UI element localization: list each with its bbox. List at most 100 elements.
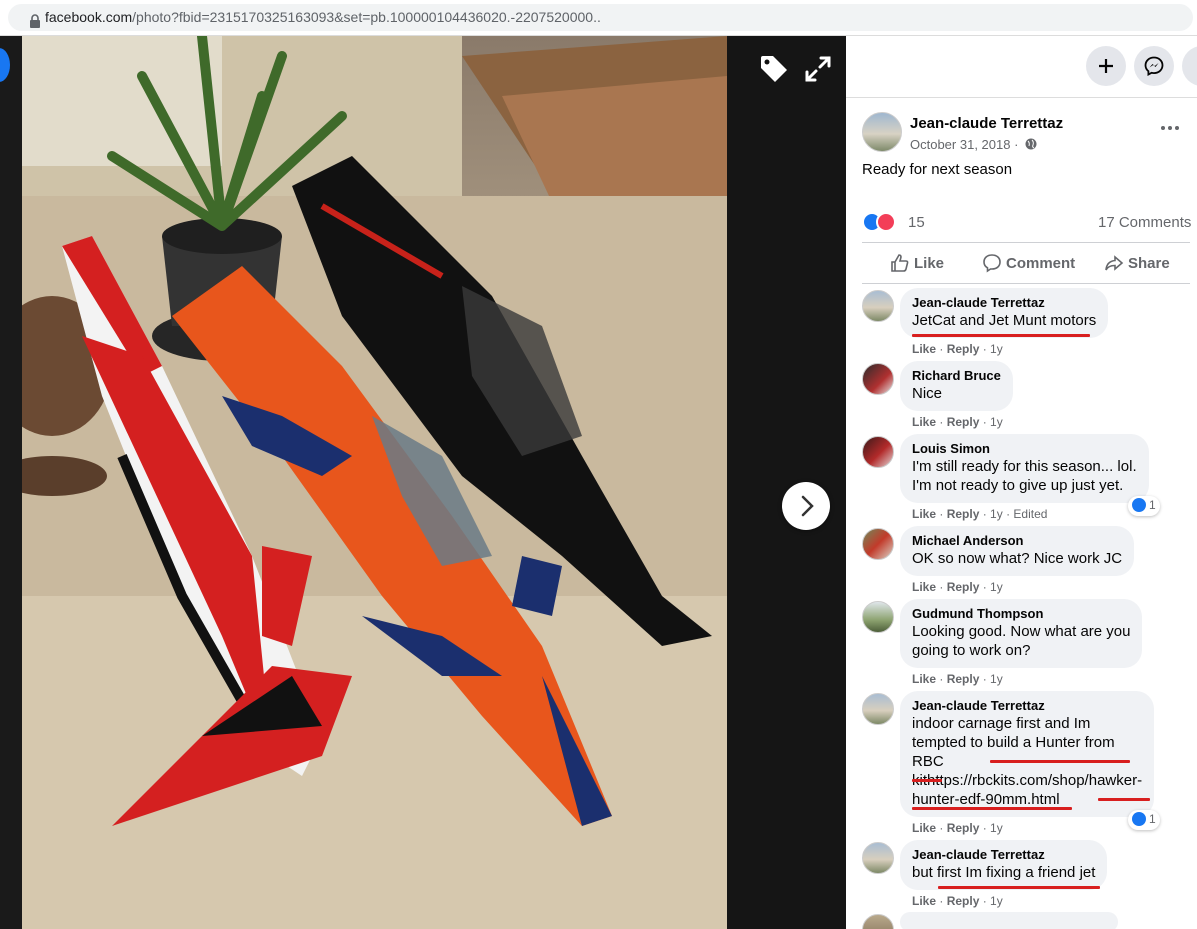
comment-like-link[interactable]: Like: [912, 342, 936, 356]
comment-like-link[interactable]: Like: [912, 672, 936, 686]
comment-author[interactable]: Jean-claude Terrettaz: [912, 847, 1095, 863]
comment-text: but first Im fixing a friend jet: [912, 864, 1096, 881]
comment-author[interactable]: Gudmund Thompson: [912, 606, 1130, 622]
comment-bubble: Jean-claude Terrettaz but first Im fixin…: [900, 840, 1108, 890]
commenter-avatar[interactable]: [862, 842, 894, 874]
comment-text: I'm not ready to give up just yet.: [912, 477, 1124, 494]
url-text: facebook.com/photo?fbid=2315170325163093…: [45, 9, 601, 25]
commenter-avatar[interactable]: [862, 914, 894, 929]
messenger-button[interactable]: [1134, 46, 1174, 86]
comment-icon: [983, 254, 1001, 273]
viewer-right-margin: [727, 36, 846, 929]
annotation-underline: [912, 807, 1072, 810]
comment-time[interactable]: 1y: [990, 894, 1003, 908]
comment-bubble: Michael Anderson OK so now what? Nice wo…: [900, 526, 1135, 576]
comment-reaction-badge[interactable]: 1: [1128, 810, 1160, 830]
comment-bubble: Richard Bruce Nice: [900, 361, 1013, 411]
photo-illustration: [22, 36, 727, 929]
back-button[interactable]: [0, 48, 10, 82]
reaction-count: 15: [908, 214, 925, 231]
post-author-name[interactable]: Jean-claude Terrettaz: [910, 115, 1063, 132]
browser-address-bar: facebook.com/photo?fbid=2315170325163093…: [0, 0, 1197, 36]
love-reaction-icon: [876, 212, 896, 232]
comment-meta: Like · Reply · 1y: [912, 415, 1003, 429]
comment-like-link[interactable]: Like: [912, 894, 936, 908]
annotation-underline: [990, 760, 1130, 763]
commenter-avatar[interactable]: [862, 363, 894, 395]
comment-bubble: Gudmund Thompson Looking good. Now what …: [900, 599, 1143, 668]
messenger-icon: [1144, 56, 1164, 76]
comment-text: going to work on?: [912, 642, 1031, 659]
comment-meta: Like · Reply · 1y: [912, 672, 1003, 686]
comment-author[interactable]: Richard Bruce: [912, 368, 1001, 384]
comment-reply-link[interactable]: Reply: [947, 342, 980, 356]
comment-reply-link[interactable]: Reply: [947, 894, 980, 908]
annotation-underline: [1098, 798, 1150, 801]
comment-time[interactable]: 1y: [990, 507, 1003, 521]
next-photo-button[interactable]: [782, 482, 830, 530]
more-options-icon[interactable]: [1158, 122, 1182, 134]
tag-icon[interactable]: [757, 52, 791, 86]
comment-author[interactable]: Jean-claude Terrettaz: [912, 698, 1142, 714]
comment-like-link[interactable]: Like: [912, 507, 936, 521]
commenter-avatar[interactable]: [862, 528, 894, 560]
comment-link[interactable]: kithttps://rbckits.com/shop/hawker-: [912, 771, 1142, 790]
post-panel: Jean-claude Terrettaz October 31, 2018 ·…: [846, 36, 1197, 929]
chevron-right-icon: [801, 495, 814, 517]
create-button[interactable]: [1086, 46, 1126, 86]
post-actions: Like Comment Share: [862, 242, 1190, 284]
comment-author[interactable]: Louis Simon: [912, 441, 1137, 457]
panel-topbar: [846, 36, 1197, 98]
author-avatar[interactable]: [862, 112, 902, 152]
comment-bubble: Jean-claude Terrettaz JetCat and Jet Mun…: [900, 288, 1109, 338]
comment-reply-link[interactable]: Reply: [947, 507, 980, 521]
commenter-avatar[interactable]: [862, 290, 894, 322]
annotation-underline: [912, 779, 942, 782]
share-label: Share: [1128, 255, 1170, 272]
annotation-underline: [938, 886, 1100, 889]
like-label: Like: [914, 255, 945, 272]
comment-reply-link[interactable]: Reply: [947, 672, 980, 686]
comment-bubble: Louis Simon I'm still ready for this sea…: [900, 434, 1149, 503]
commenter-avatar[interactable]: [862, 693, 894, 725]
comment-like-link[interactable]: Like: [912, 415, 936, 429]
comment-reply-link[interactable]: Reply: [947, 580, 980, 594]
commenter-avatar[interactable]: [862, 436, 894, 468]
annotation-underline: [912, 334, 1090, 337]
comment-author[interactable]: Michael Anderson: [912, 533, 1122, 549]
photo-jets[interactable]: [22, 36, 727, 929]
comment-meta: Like · Reply · 1y: [912, 342, 1003, 356]
comment-time[interactable]: 1y: [990, 821, 1003, 835]
post-date-text: October 31, 2018 ·: [910, 137, 1023, 152]
comment-reaction-count: 1: [1149, 812, 1156, 826]
post-caption: Ready for next season: [862, 161, 1013, 178]
comment-meta: Like · Reply · 1y: [912, 894, 1003, 908]
lock-icon: [30, 14, 40, 28]
comment-reply-link[interactable]: Reply: [947, 821, 980, 835]
plus-icon: [1099, 59, 1113, 73]
comments-count[interactable]: 17 Comments: [1098, 214, 1191, 231]
comment-edited-label: Edited: [1013, 507, 1048, 521]
comment-time[interactable]: 1y: [990, 580, 1003, 594]
photo-viewer: [0, 36, 846, 929]
comment-time[interactable]: 1y: [990, 672, 1003, 686]
commenter-avatar[interactable]: [862, 601, 894, 633]
comment-like-link[interactable]: Like: [912, 821, 936, 835]
comment-reply-link[interactable]: Reply: [947, 415, 980, 429]
comment-time[interactable]: 1y: [990, 415, 1003, 429]
comment-time[interactable]: 1y: [990, 342, 1003, 356]
like-reaction-icon: [1132, 812, 1146, 826]
thumbs-up-icon: [891, 254, 909, 272]
comment-reaction-badge[interactable]: 1: [1128, 496, 1160, 516]
globe-icon: [1025, 138, 1037, 150]
comment-text: Looking good. Now what are you: [912, 623, 1131, 640]
post-date[interactable]: October 31, 2018 ·: [910, 137, 1037, 152]
comment-author[interactable]: Jean-claude Terrettaz: [912, 295, 1096, 311]
comment-meta: Like · Reply · 1y: [912, 580, 1003, 594]
comment-text: I'm still ready for this season... lol.: [912, 458, 1137, 475]
like-reaction-icon: [1132, 498, 1146, 512]
account-button[interactable]: [1182, 46, 1197, 86]
fullscreen-icon[interactable]: [801, 52, 835, 86]
comment-like-link[interactable]: Like: [912, 580, 936, 594]
comment-text: JetCat and Jet Munt motors: [912, 312, 1097, 329]
